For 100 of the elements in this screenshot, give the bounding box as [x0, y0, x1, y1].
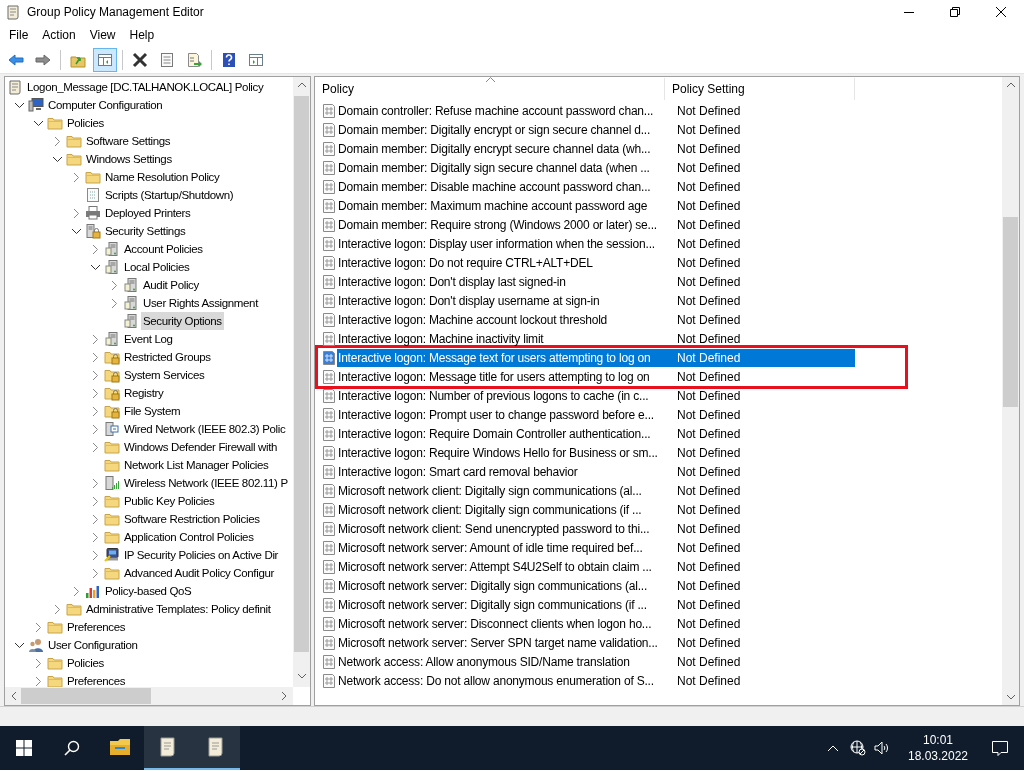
tree-item[interactable]: Wireless Network (IEEE 802.11) P	[122, 474, 290, 492]
tree-item[interactable]: Security Options	[141, 312, 224, 330]
chevron-right-icon[interactable]	[111, 298, 117, 308]
chevron-right-icon[interactable]	[92, 532, 98, 542]
tree-item[interactable]: Computer Configuration	[46, 96, 165, 114]
list-row[interactable]: Interactive logon: Machine inactivity limit Not Defined	[315, 329, 908, 348]
tree-item[interactable]: Windows Settings	[84, 150, 174, 168]
taskbar-app-button[interactable]	[144, 726, 192, 770]
list-row[interactable]: Microsoft network server: Disconnect clients when logon ho... Not Defined	[315, 614, 908, 633]
clock-time[interactable]: 10:01	[923, 732, 953, 748]
scrollbar-thumb[interactable]	[294, 96, 309, 652]
tree-item[interactable]: Logon_Message [DC.TALHANOK.LOCAL] Policy	[25, 78, 266, 96]
chevron-down-icon[interactable]	[90, 264, 100, 270]
tree-item[interactable]: Name Resolution Policy	[103, 168, 222, 186]
list-row[interactable]: Domain member: Digitally sign secure channel data (when ... Not Defined	[315, 158, 908, 177]
menu-item[interactable]: View	[82, 24, 123, 46]
list-row[interactable]: Interactive logon: Message title for users attempting to log on Not Defined	[315, 367, 908, 386]
chevron-right-icon[interactable]	[92, 388, 98, 398]
column-header[interactable]: Policy	[315, 78, 665, 100]
chevron-down-icon[interactable]	[14, 102, 24, 108]
list-row[interactable]: Interactive logon: Display user information when the session... Not Defined	[315, 234, 908, 253]
chevron-right-icon[interactable]	[92, 568, 98, 578]
tree-item[interactable]: Scripts (Startup/Shutdown)	[103, 186, 236, 204]
tree-item[interactable]: Event Log	[122, 330, 175, 348]
list-row[interactable]: Interactive logon: Do not require CTRL+ALT+DEL Not Defined	[315, 253, 908, 272]
list-row[interactable]: Domain member: Digitally encrypt secure channel data (wh... Not Defined	[315, 139, 908, 158]
tree-item[interactable]: Preferences	[65, 672, 128, 687]
tree-item[interactable]: Security Settings	[103, 222, 188, 240]
list-row[interactable]: Network access: Do not allow anonymous enumeration of S... Not Defined	[315, 671, 908, 690]
chevron-right-icon[interactable]	[35, 622, 41, 632]
tree-item[interactable]: System Services	[122, 366, 207, 384]
tree-item[interactable]: Policy-based QoS	[103, 582, 194, 600]
list-row[interactable]: Interactive logon: Prompt user to change password before e... Not Defined	[315, 405, 908, 424]
list-row[interactable]: Domain member: Require strong (Windows 2000 or later) se... Not Defined	[315, 215, 908, 234]
menu-item[interactable]: Help	[122, 24, 162, 46]
chevron-right-icon[interactable]	[35, 676, 41, 686]
chevron-right-icon[interactable]	[92, 478, 98, 488]
list-row[interactable]: Network access: Allow anonymous SID/Name translation Not Defined	[315, 652, 908, 671]
horizontal-scrollbar[interactable]	[5, 687, 293, 705]
chevron-right-icon[interactable]	[92, 442, 98, 452]
tree-item[interactable]: IP Security Policies on Active Dir	[122, 546, 281, 564]
list-row[interactable]: Domain controller: Refuse machine account password chan... Not Defined	[315, 101, 908, 120]
chevron-right-icon[interactable]	[92, 352, 98, 362]
chevron-right-icon[interactable]	[92, 406, 98, 416]
tree-toggle-button[interactable]	[93, 47, 117, 72]
speaker-icon[interactable]	[874, 741, 890, 755]
menu-item[interactable]: File	[2, 24, 36, 46]
list-row[interactable]: Microsoft network client: Send unencrypted password to thi... Not Defined	[315, 519, 908, 538]
list-row[interactable]: Domain member: Maximum machine account password age Not Defined	[315, 196, 908, 215]
scrollbar-thumb[interactable]	[1003, 217, 1018, 407]
chevron-right-icon[interactable]	[111, 280, 117, 290]
chevron-down-icon[interactable]	[71, 228, 81, 234]
chevron-down-icon[interactable]	[14, 642, 24, 648]
chevron-right-icon[interactable]	[54, 136, 60, 146]
tree-item[interactable]: Software Settings	[84, 132, 173, 150]
list-row[interactable]: Interactive logon: Require Domain Controller authentication... Not Defined	[315, 424, 908, 443]
chevron-right-icon[interactable]	[92, 550, 98, 560]
chevron-right-icon[interactable]	[35, 658, 41, 668]
chevron-right-icon[interactable]	[54, 604, 60, 614]
tree-item[interactable]: Public Key Policies	[122, 492, 217, 510]
chevron-right-icon[interactable]	[73, 172, 79, 182]
scroll-up-icon[interactable]	[297, 82, 306, 87]
list-row[interactable]: Microsoft network server: Amount of idle time required bef... Not Defined	[315, 538, 908, 557]
tree-item[interactable]: Preferences	[65, 618, 128, 636]
column-header[interactable]: Policy Setting	[665, 78, 855, 100]
list-row[interactable]: Interactive logon: Machine account lockout threshold Not Defined	[315, 310, 908, 329]
tree-item[interactable]: Restricted Groups	[122, 348, 213, 366]
list-row[interactable]: Interactive logon: Message text for users attempting to log on Not Defined	[315, 348, 908, 367]
list-row[interactable]: Microsoft network client: Digitally sign communications (al... Not Defined	[315, 481, 908, 500]
menu-item[interactable]: Action	[35, 24, 83, 46]
list-row[interactable]: Microsoft network client: Digitally sign communications (if ... Not Defined	[315, 500, 908, 519]
vertical-scrollbar[interactable]	[293, 77, 310, 687]
sort-caret-icon[interactable]	[486, 77, 495, 82]
list-row[interactable]: Microsoft network server: Attempt S4U2Self to obtain claim ... Not Defined	[315, 557, 908, 576]
chevron-right-icon[interactable]	[73, 586, 79, 596]
tree-item[interactable]: Audit Policy	[141, 276, 201, 294]
chevron-right-icon[interactable]	[92, 424, 98, 434]
scrollbar-thumb[interactable]	[21, 688, 151, 704]
list-row[interactable]: Domain member: Digitally encrypt or sign secure channel d... Not Defined	[315, 120, 908, 139]
tree-item[interactable]: Software Restriction Policies	[122, 510, 262, 528]
taskbar-app-button[interactable]	[192, 726, 240, 770]
scroll-up-icon[interactable]	[1006, 82, 1015, 87]
tree-item[interactable]: Administrative Templates: Policy definit	[84, 600, 273, 618]
tree-item[interactable]: User Rights Assignment	[141, 294, 260, 312]
chevron-right-icon[interactable]	[92, 370, 98, 380]
list-row[interactable]: Interactive logon: Number of previous logons to cache (in c... Not Defined	[315, 386, 908, 405]
list-row[interactable]: Microsoft network server: Server SPN target name validation... Not Defined	[315, 633, 908, 652]
list-row[interactable]: Interactive logon: Don't display last signed-in Not Defined	[315, 272, 908, 291]
tree-item[interactable]: User Configuration	[46, 636, 140, 654]
tree-item[interactable]: File System	[122, 402, 183, 420]
tree-item[interactable]: Windows Defender Firewall with	[122, 438, 280, 456]
tree-item[interactable]: Registry	[122, 384, 166, 402]
list-row[interactable]: Interactive logon: Smart card removal behavior Not Defined	[315, 462, 908, 481]
tree-item[interactable]: Wired Network (IEEE 802.3) Polic	[122, 420, 288, 438]
tree-item[interactable]: Local Policies	[122, 258, 192, 276]
tree-item[interactable]: Policies	[65, 654, 106, 672]
chevron-right-icon[interactable]	[92, 514, 98, 524]
chevron-right-icon[interactable]	[92, 334, 98, 344]
chevron-down-icon[interactable]	[52, 156, 62, 162]
scroll-down-icon[interactable]	[297, 674, 306, 679]
